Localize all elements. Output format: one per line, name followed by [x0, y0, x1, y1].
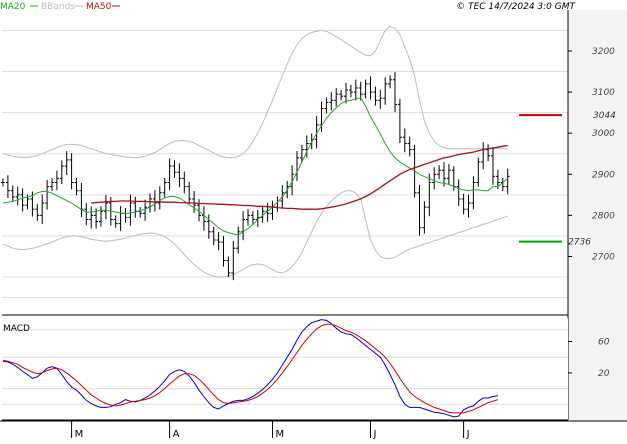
x-axis: MAMJJ — [0, 420, 627, 440]
price-y-tick-label: 3100 — [592, 88, 615, 98]
price-y-tick-label: 2700 — [592, 252, 615, 262]
legend-ma20-label: MA20 — [0, 2, 26, 12]
stock-chart: MA20 BBands MA50 © TEC 14/7/2024 3:0 GMT… — [0, 2, 627, 440]
macd-y-tick-label: 60 — [598, 338, 610, 348]
legend-bbands-label: BBands — [41, 2, 75, 12]
x-axis-label: M — [276, 429, 285, 440]
x-axis-label: J — [373, 429, 377, 440]
support-label: 2736 — [568, 238, 591, 248]
resistance-label: 3044 — [593, 111, 616, 121]
x-axis-label: J — [466, 429, 470, 440]
x-axis-label: M — [75, 429, 84, 440]
chart-header: MA20 BBands MA50 © TEC 14/7/2024 3:0 GMT — [0, 2, 577, 12]
copyright-text: © TEC 14/7/2024 3:0 GMT — [456, 2, 576, 12]
price-y-tick-label: 2900 — [592, 170, 615, 180]
price-y-tick-label: 3200 — [592, 47, 615, 57]
legend-ma50-label: MA50 — [86, 2, 112, 12]
macd-y-tick-label: 20 — [598, 369, 610, 379]
price-y-tick-label: 2800 — [592, 211, 615, 221]
macd-title: MACD — [3, 324, 30, 334]
chart-stage: MA20 BBands MA50 © TEC 14/7/2024 3:0 GMT… — [0, 0, 627, 440]
price-y-tick-label: 3000 — [592, 129, 615, 139]
x-axis-label: A — [173, 429, 180, 440]
